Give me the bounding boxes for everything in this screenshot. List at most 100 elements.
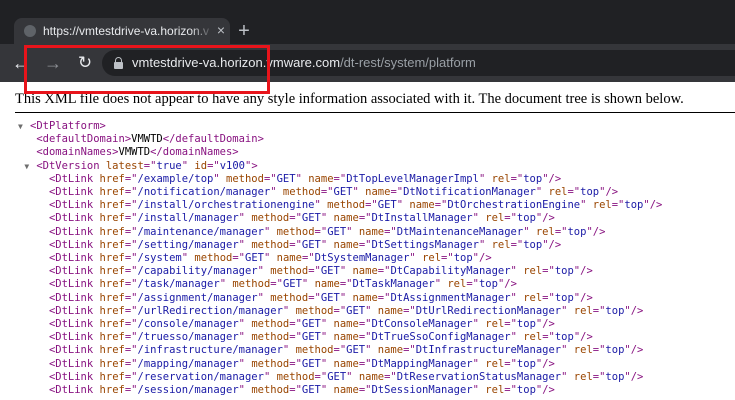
- xml-attr-name: name: [352, 265, 378, 278]
- xml-attr-name: href: [99, 212, 125, 225]
- xml-attr-value: /install/orchestrationengine: [137, 199, 315, 212]
- xml-attr-name: method: [295, 344, 334, 357]
- xml-attr-value: top: [523, 172, 543, 185]
- xml-attr-name: method: [270, 291, 309, 304]
- xml-attr-name: rel: [485, 212, 505, 225]
- xml-attr-name: method: [226, 172, 264, 185]
- xml-dtlink-line: <DtLink href="/truesso/manager" method="…: [48, 331, 593, 344]
- xml-attr-value: top: [523, 238, 543, 251]
- xml-attr-name: name: [314, 278, 340, 291]
- xml-attr-name: method: [251, 212, 290, 225]
- xml-attr-value: GET: [327, 225, 347, 238]
- xml-attr-value: /capability/manager: [137, 265, 258, 278]
- xml-viewer-page: This XML file does not appear to have an…: [0, 82, 735, 400]
- xml-attr-value: top: [580, 186, 600, 198]
- xml-attr-value: GET: [327, 370, 347, 383]
- xml-attr-name: method: [194, 252, 233, 264]
- xml-attr-value: DtAssignmentManager: [390, 291, 511, 304]
- xml-attr-value: GET: [346, 304, 366, 317]
- xml-attr-value: GET: [301, 212, 321, 225]
- xml-attr-value: DtMappingManager: [371, 357, 473, 370]
- new-tab-plus-icon[interactable]: +: [233, 20, 255, 42]
- xml-attr-name: method: [251, 357, 290, 370]
- xml-attr-value: /install/manager: [137, 212, 239, 225]
- xml-attr-value: top: [554, 291, 574, 304]
- xml-attr-name: href: [99, 344, 125, 357]
- xml-attr-value: GET: [282, 278, 302, 291]
- xml-attr-name: rel: [573, 370, 593, 383]
- xml-attr-value: v100: [219, 159, 246, 172]
- tab-title-fade: [190, 18, 214, 44]
- xml-attr-name: href: [99, 225, 125, 238]
- xml-attr-value: /notification/manager: [137, 186, 271, 198]
- xml-attr-name: method: [251, 238, 290, 251]
- xml-attr-name: rel: [491, 238, 511, 251]
- xml-attr-value: DtSystemManager: [314, 252, 410, 264]
- xml-attr-value: DtCapabilityManager: [390, 265, 511, 278]
- xml-attr-value: DtInstallManager: [371, 212, 473, 225]
- xml-attr-name: id: [194, 159, 208, 172]
- xml-attr-name: name: [276, 252, 302, 264]
- tab-close-icon[interactable]: ×: [213, 22, 229, 38]
- xml-attr-name: name: [352, 291, 378, 304]
- xml-attr-name: method: [327, 199, 366, 212]
- collapse-triangle-icon[interactable]: ▼: [24, 160, 29, 173]
- xml-attr-name: name: [409, 199, 435, 212]
- xml-dtlink-line: <DtLink href="/task/manager" method="GET…: [48, 278, 517, 291]
- xml-attr-name: href: [99, 265, 125, 278]
- xml-attr-name: name: [358, 225, 385, 238]
- xml-attr-name: rel: [573, 304, 593, 317]
- xml-attr-name: method: [276, 370, 315, 383]
- xml-attr-name: rel: [592, 199, 612, 212]
- xml-dtlink-line: <DtLink href="/reservation/manager" meth…: [48, 370, 644, 383]
- xml-attr-value: DtMaintenanceManager: [396, 225, 524, 238]
- xml-attr-value: top: [516, 357, 536, 370]
- xml-attr-name: method: [251, 384, 290, 396]
- xml-attr-name: href: [99, 370, 125, 383]
- xml-attr-value: DtTopLevelManagerImpl: [346, 172, 479, 185]
- xml-attr-value: top: [605, 304, 625, 317]
- xml-attr-value: DtConsoleManager: [371, 318, 473, 330]
- xml-attr-name: name: [377, 304, 404, 317]
- xml-attr-name: href: [99, 186, 125, 198]
- xml-attr-name: href: [99, 304, 125, 317]
- xml-attr-name: rel: [485, 384, 505, 396]
- xml-attr-value: /session/manager: [137, 384, 239, 396]
- xml-dtlink-line: <DtLink href="/install/orchestrationengi…: [48, 199, 663, 212]
- xml-attr-name: rel: [548, 186, 568, 198]
- xml-dtlink-line: <DtLink href="/capability/manager" metho…: [48, 265, 593, 278]
- xml-attr-value: /task/manager: [137, 278, 220, 291]
- xml-attr-value: /urlRedirection/manager: [137, 304, 283, 317]
- xml-attr-name: href: [99, 252, 125, 264]
- xml-attr-value: DtOrchestrationEngine: [447, 199, 581, 212]
- xml-attr-value: top: [567, 225, 587, 238]
- xml-dtlink-line: <DtLink href="/example/top" method="GET"…: [48, 172, 562, 185]
- xml-attr-name: method: [276, 225, 315, 238]
- xml-attr-value: top: [605, 370, 625, 383]
- xml-attr-value: DtSettingsManager: [371, 238, 479, 251]
- xml-attr-name: href: [99, 172, 125, 185]
- xml-attr-name: rel: [491, 172, 511, 185]
- xml-attr-value: GET: [245, 252, 264, 264]
- xml-attr-name: href: [99, 384, 125, 396]
- xml-text-value: VMWTD: [131, 133, 163, 146]
- xml-attr-name: method: [282, 186, 321, 198]
- browser-tab-active[interactable]: https://vmtestdrive-va.horizon.vmware.co…: [14, 18, 230, 44]
- xml-attr-value: DtUrlRedirectionManager: [415, 304, 562, 317]
- xml-attr-value: GET: [346, 344, 366, 357]
- xml-dtlink-line: <DtLink href="/urlRedirection/manager" m…: [48, 304, 644, 317]
- xml-attr-name: href: [99, 357, 125, 370]
- xml-attr-value: GET: [301, 331, 321, 344]
- xml-attr-value: GET: [301, 318, 321, 330]
- highlight-annotation-box: [24, 45, 270, 94]
- xml-attr-name: name: [358, 370, 385, 383]
- xml-attr-name: latest: [105, 159, 144, 172]
- xml-attr-value: GET: [301, 357, 321, 370]
- xml-root-open-tag: <DtPlatform>: [30, 120, 106, 132]
- xml-attr-value: /example/top: [137, 172, 214, 185]
- xml-attr-name: name: [333, 238, 359, 251]
- collapse-triangle-icon[interactable]: ▼: [18, 120, 23, 133]
- xml-attr-name: method: [251, 331, 290, 344]
- xml-attr-value: /reservation/manager: [137, 370, 264, 383]
- xml-attr-name: href: [99, 331, 125, 344]
